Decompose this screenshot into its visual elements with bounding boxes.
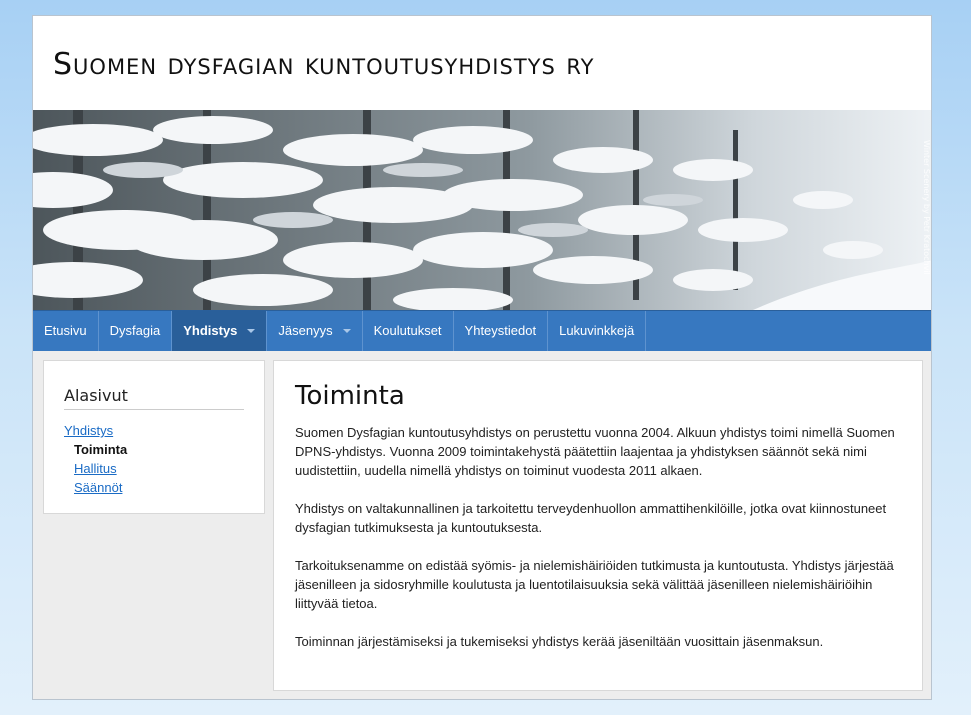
subpage-link-hallitus[interactable]: Hallitus <box>64 459 127 478</box>
subpage-current-toiminta: Toiminta <box>74 442 128 457</box>
dropdown-caret-icon <box>247 329 256 333</box>
nav-item-yhteystiedot[interactable]: Yhteystiedot <box>454 311 549 351</box>
content-paragraph: Yhdistys on valtakunnallinen ja tarkoite… <box>295 501 887 535</box>
snowy-forest-illustration <box>33 110 931 310</box>
nav-label: Jäsenyys <box>278 323 333 338</box>
nav-label: Dysfagia <box>109 323 161 338</box>
subpage-link-yhdistys[interactable]: Yhdistys <box>64 421 127 440</box>
page-title: Toiminta <box>295 381 405 411</box>
site-header: Suomen dysfagian kuntoutusyhdistys ry <box>33 16 931 110</box>
nav-label: Lukuvinkkejä <box>559 323 635 338</box>
content-paragraph: Tarkoituksenamme on edistää syömis- ja n… <box>295 558 894 611</box>
banner-credit: Winter Scenery by Petr Kratochvil <box>922 140 931 275</box>
nav-item-etusivu[interactable]: Etusivu <box>33 311 99 351</box>
site-title[interactable]: Suomen dysfagian kuntoutusyhdistys ry <box>53 48 594 82</box>
content-body: Suomen Dysfagian kuntoutusyhdistys on pe… <box>295 423 907 670</box>
subpage-link-saannot[interactable]: Säännöt <box>64 478 127 497</box>
page-container: Suomen dysfagian kuntoutusyhdistys ry Wi… <box>32 15 932 700</box>
header-banner-image: Winter Scenery by Petr Kratochvil <box>33 110 931 310</box>
sidebar-title: Alasivut <box>64 386 244 410</box>
nav-item-koulutukset[interactable]: Koulutukset <box>363 311 454 351</box>
main-content: Toiminta Suomen Dysfagian kuntoutusyhdis… <box>273 360 923 691</box>
content-paragraph: Toiminnan järjestämiseksi ja tukemiseksi… <box>295 634 824 649</box>
nav-item-yhdistys[interactable]: Yhdistys <box>172 311 268 351</box>
subpage-list: Yhdistys Toiminta Hallitus Säännöt <box>64 421 127 497</box>
nav-label: Yhdistys <box>183 323 238 338</box>
content-paragraph: Suomen Dysfagian kuntoutusyhdistys on pe… <box>295 425 895 478</box>
nav-item-jasenyys[interactable]: Jäsenyys <box>267 311 363 351</box>
subpages-sidebar: Alasivut Yhdistys Toiminta Hallitus Sään… <box>43 360 265 514</box>
dropdown-caret-icon <box>342 329 351 333</box>
nav-item-lukuvinkkeja[interactable]: Lukuvinkkejä <box>548 311 647 351</box>
main-navigation: Etusivu Dysfagia Yhdistys Jäsenyys Koulu… <box>33 310 931 351</box>
nav-label: Yhteystiedot <box>464 323 537 338</box>
nav-item-dysfagia[interactable]: Dysfagia <box>99 311 173 351</box>
nav-label: Etusivu <box>44 323 87 338</box>
nav-label: Koulutukset <box>373 323 442 338</box>
